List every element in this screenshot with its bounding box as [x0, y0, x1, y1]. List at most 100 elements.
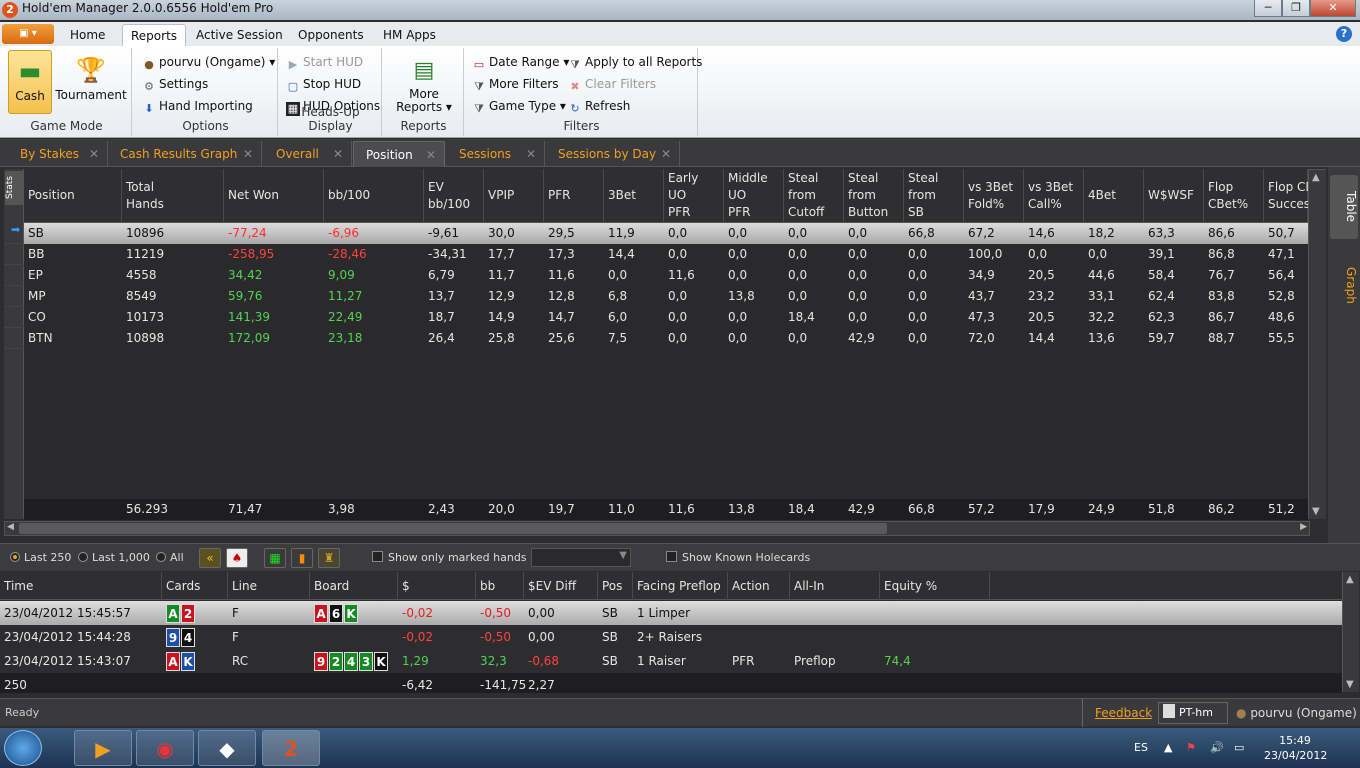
- start-hud-button[interactable]: ▶ Start HUD: [286, 52, 363, 72]
- stats-column-header[interactable]: Steal from Button: [844, 169, 904, 223]
- hands-column-header[interactable]: Board: [310, 572, 398, 600]
- app-icon-generic[interactable]: ◆: [198, 730, 256, 766]
- action-center-icon[interactable]: ⚑: [1186, 728, 1196, 768]
- more-reports-button[interactable]: ▤ More Reports ▾: [396, 50, 452, 114]
- grid-icon[interactable]: ▦: [264, 548, 286, 568]
- hands-column-header[interactable]: Action: [728, 572, 790, 600]
- stats-vertical-scrollbar[interactable]: ▲ ▼: [1308, 170, 1326, 519]
- table-view-tab[interactable]: Table: [1330, 175, 1358, 239]
- stats-column-header[interactable]: vs 3Bet Call%: [1024, 169, 1084, 223]
- stats-column-header[interactable]: W$WSF: [1144, 169, 1204, 223]
- hand-row[interactable]: 23/04/2012 15:44:28 9 4 F -0,02 -0,50 0,00 SB 2+…: [0, 625, 1342, 649]
- bar-chart-icon[interactable]: ▮: [291, 548, 313, 568]
- stats-column-header[interactable]: EV bb/100: [424, 169, 484, 223]
- help-icon[interactable]: ?: [1336, 26, 1352, 42]
- stats-column-header[interactable]: Steal from Cutoff: [784, 169, 844, 223]
- scroll-right-icon[interactable]: ▶: [1300, 522, 1307, 532]
- maximize-button[interactable]: ❐: [1282, 0, 1310, 17]
- tab-cash-results-graph[interactable]: Cash Results Graph ✕: [108, 141, 262, 167]
- player-selector[interactable]: ● pourvu (Ongame) ▾: [142, 52, 275, 72]
- stats-column-header[interactable]: 4Bet: [1084, 169, 1144, 223]
- rewind-icon[interactable]: «: [199, 548, 221, 568]
- all-radio[interactable]: All: [156, 544, 184, 572]
- show-known-holecards-checkbox[interactable]: Show Known Holecards: [666, 544, 810, 572]
- scroll-down-icon[interactable]: ▼: [1312, 506, 1320, 517]
- chrome-icon[interactable]: ◉: [136, 730, 194, 766]
- stats-row[interactable]: MP 8549 59,76 11,27 13,7 12,9 12,8 6,8 0,0 13,8 0,…: [24, 286, 1308, 307]
- hands-column-header[interactable]: All-In: [790, 572, 880, 600]
- row-marker[interactable]: [4, 328, 24, 349]
- game-type-button[interactable]: ⧩ Game Type ▾: [472, 96, 566, 116]
- close-tab-icon[interactable]: ✕: [526, 141, 536, 167]
- tab-active-session[interactable]: Active Session: [188, 24, 291, 46]
- hands-vertical-scrollbar[interactable]: ▲ ▼: [1342, 572, 1359, 692]
- language-indicator[interactable]: ES: [1134, 728, 1148, 768]
- stats-column-header[interactable]: Total Hands: [122, 169, 224, 223]
- network-icon[interactable]: ▭: [1234, 728, 1244, 768]
- stats-column-header[interactable]: Net Won: [224, 169, 324, 223]
- close-button[interactable]: ✕: [1310, 0, 1356, 17]
- hand-importing-button[interactable]: ⬇ Hand Importing: [142, 96, 252, 116]
- stats-vertical-tab[interactable]: Stats: [5, 171, 23, 205]
- row-marker[interactable]: [4, 265, 24, 286]
- active-player-indicator[interactable]: ● pourvu (Ongame): [1236, 699, 1357, 727]
- tournament-button[interactable]: 🏆 Tournament: [54, 50, 128, 114]
- scroll-left-icon[interactable]: ◀: [7, 522, 14, 532]
- date-range-button[interactable]: ▭ Date Range ▾: [472, 52, 570, 72]
- stop-hud-button[interactable]: ▢ Stop HUD: [286, 74, 361, 94]
- stats-column-header[interactable]: Early UO PFR: [664, 169, 724, 223]
- refresh-button[interactable]: ↻ Refresh: [568, 96, 630, 116]
- media-player-icon[interactable]: ▶: [74, 730, 132, 766]
- stats-row[interactable]: EP 4558 34,42 9,09 6,79 11,7 11,6 0,0 11,6 0,0 0,0…: [24, 265, 1308, 286]
- graph-view-tab[interactable]: Graph: [1330, 257, 1358, 313]
- tab-sessions-by-day[interactable]: Sessions by Day ✕: [546, 141, 680, 167]
- stats-column-header[interactable]: Middle UO PFR: [724, 169, 784, 223]
- tab-sessions[interactable]: Sessions ✕: [447, 141, 545, 167]
- stats-row[interactable]: BB 11219 -258,95 -28,46 -34,31 17,7 17,3 14,4 0,…: [24, 244, 1308, 265]
- hands-column-header[interactable]: Pos: [598, 572, 633, 600]
- stats-column-header[interactable]: Flop CBet%: [1204, 169, 1264, 223]
- hands-column-header[interactable]: Time: [0, 572, 162, 600]
- stats-column-header[interactable]: VPIP: [484, 169, 544, 223]
- stats-column-header[interactable]: Steal from SB: [904, 169, 964, 223]
- hands-column-header[interactable]: Equity %: [880, 572, 990, 600]
- feedback-link[interactable]: Feedback: [1095, 699, 1152, 727]
- database-indicator[interactable]: PT-hm: [1158, 702, 1228, 724]
- stats-column-header[interactable]: Position: [24, 169, 122, 223]
- row-marker[interactable]: [4, 307, 24, 328]
- row-marker[interactable]: [4, 286, 24, 307]
- scroll-thumb[interactable]: [19, 523, 887, 534]
- show-marked-hands-checkbox[interactable]: Show only marked hands: [372, 544, 527, 572]
- marked-hands-dropdown[interactable]: ▼: [531, 548, 631, 567]
- stats-column-header[interactable]: vs 3Bet Fold%: [964, 169, 1024, 223]
- hands-column-header[interactable]: $EV Diff: [524, 572, 598, 600]
- stats-column-header[interactable]: 3Bet: [604, 169, 664, 223]
- apply-all-reports-button[interactable]: ⧩ Apply to all Reports: [568, 52, 702, 72]
- trophy-icon[interactable]: ♜: [318, 548, 340, 568]
- stats-row[interactable]: BTN 10898 172,09 23,18 26,4 25,8 25,6 7,5 0,0 0,0…: [24, 328, 1308, 349]
- tab-opponents[interactable]: Opponents: [290, 24, 372, 46]
- replayer-icon[interactable]: ♠: [226, 548, 248, 568]
- holdem-manager-taskbar-icon[interactable]: 2: [262, 730, 320, 766]
- clear-filters-button[interactable]: ✖ Clear Filters: [568, 74, 656, 94]
- hand-row[interactable]: 23/04/2012 15:43:07 A K RC 9 2 4 3 K 1,29 32,3 -0,6…: [0, 649, 1342, 673]
- app-menu-button[interactable]: ▣ ▾: [2, 24, 54, 44]
- tab-hm-apps[interactable]: HM Apps: [375, 24, 444, 46]
- hands-column-header[interactable]: Line: [228, 572, 310, 600]
- close-tab-icon[interactable]: ✕: [243, 141, 253, 167]
- volume-icon[interactable]: 🔊: [1210, 728, 1224, 768]
- stats-column-header[interactable]: Flop CB Success: [1264, 169, 1316, 223]
- stats-column-header[interactable]: PFR: [544, 169, 604, 223]
- stats-row[interactable]: CO 10173 141,39 22,49 18,7 14,9 14,7 6,0 0,0 0,0 1…: [24, 307, 1308, 328]
- last-250-radio[interactable]: Last 250: [10, 544, 71, 572]
- hands-column-header[interactable]: $: [398, 572, 476, 600]
- row-marker[interactable]: ➡: [4, 223, 24, 244]
- scroll-down-icon[interactable]: ▼: [1346, 679, 1354, 690]
- tab-home[interactable]: Home: [62, 24, 113, 46]
- clock[interactable]: 15:49 23/04/2012: [1264, 733, 1327, 763]
- more-filters-button[interactable]: ⧩ More Filters: [472, 74, 558, 94]
- close-tab-icon[interactable]: ✕: [426, 142, 436, 168]
- minimize-button[interactable]: ─: [1254, 0, 1282, 17]
- scroll-up-icon[interactable]: ▲: [1346, 574, 1354, 585]
- close-tab-icon[interactable]: ✕: [661, 141, 671, 167]
